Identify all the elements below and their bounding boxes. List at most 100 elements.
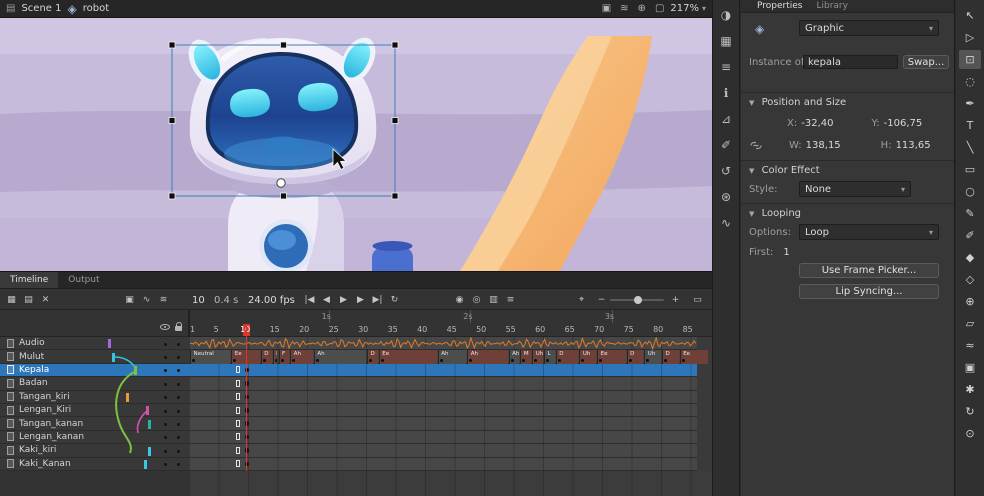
layer-row-kepala[interactable]: Kepala [0, 364, 190, 377]
camera-icon[interactable]: ▣ [602, 3, 611, 14]
camera-tool[interactable]: ▣ [959, 358, 981, 377]
brush-tool[interactable]: ✐ [959, 226, 981, 245]
lock-column-icon[interactable] [175, 326, 182, 331]
mouth-keyframe-segment[interactable]: Ah [290, 350, 313, 363]
swap-button[interactable]: Swap... [903, 55, 949, 69]
rectangle-tool[interactable]: ▭ [959, 160, 981, 179]
current-frame-counter[interactable]: 10 [192, 289, 205, 311]
layer-visibility-dot[interactable] [164, 356, 167, 359]
layer-row-lengan_kiri[interactable]: Lengan_Kiri [0, 404, 190, 417]
paint-bucket-tool[interactable]: ◆ [959, 248, 981, 267]
edit-multiple-frames-icon[interactable]: ▥ [486, 292, 501, 308]
frame-rate[interactable]: 24.00 fps [248, 289, 295, 311]
layer-visibility-dot[interactable] [164, 369, 167, 372]
layer-lock-dot[interactable] [177, 356, 180, 359]
layer-lock-dot[interactable] [177, 343, 180, 346]
show-hide-column-icon[interactable] [160, 324, 170, 330]
x-value[interactable]: -32,40 [801, 118, 833, 129]
center-stage-icon[interactable]: ⊕ [638, 3, 646, 14]
timeline-zoom-in-icon[interactable]: + [668, 292, 683, 308]
timeline-zoom-slider-thumb[interactable] [634, 296, 642, 304]
align-panel-icon[interactable]: ≡ [716, 57, 736, 76]
center-frame-icon[interactable]: ⌖ [574, 292, 589, 308]
layer-lock-dot[interactable] [177, 450, 180, 453]
symbol-type-select[interactable]: Graphic ▾ [799, 20, 939, 36]
info-panel-icon[interactable]: ℹ [716, 83, 736, 102]
layer-frames-tangan_kiri[interactable] [190, 391, 697, 404]
tab-timeline[interactable]: Timeline [0, 272, 58, 288]
eraser-tool[interactable]: ▱ [959, 314, 981, 333]
timeline-zoom-out-icon[interactable]: − [594, 292, 609, 308]
guides-icon[interactable]: ≋ [620, 3, 628, 14]
layer-lock-dot[interactable] [177, 369, 180, 372]
mouth-keyframe-segment[interactable]: Ah [509, 350, 520, 363]
loop-playback-icon[interactable]: ↻ [387, 292, 402, 308]
swatches-panel-icon[interactable]: ▦ [716, 31, 736, 50]
tab-library[interactable]: Library [816, 1, 847, 11]
use-frame-picker-button[interactable]: Use Frame Picker... [799, 263, 939, 278]
text-tool[interactable]: T [959, 116, 981, 135]
section-position-and-size[interactable]: ▼ Position and Size [741, 92, 954, 108]
layer-frames-kaki_kiri[interactable] [190, 444, 697, 457]
timeline-ruler[interactable]: 1510152025303540455055606570758085 [190, 323, 712, 337]
layer-visibility-dot[interactable] [164, 436, 167, 439]
zoom-level-select[interactable]: 217% ▾ [670, 3, 706, 14]
layer-visibility-dot[interactable] [164, 383, 167, 386]
playhead-line[interactable] [246, 324, 248, 471]
mouth-keyframe-segment[interactable]: E [273, 350, 278, 363]
motion-editor-panel-icon[interactable]: ∿ [716, 213, 736, 232]
layer-visibility-dot[interactable] [164, 396, 167, 399]
layer-visibility-dot[interactable] [164, 450, 167, 453]
layer-frames-lengan_kiri[interactable] [190, 404, 697, 417]
resize-timeline-view-icon[interactable]: ▭ [690, 292, 705, 308]
h-value[interactable]: 113,65 [896, 140, 931, 151]
mouth-keyframe-segment[interactable]: Ah [314, 350, 366, 363]
mouth-keyframe-segment[interactable]: Ee [680, 350, 709, 363]
mouth-keyframe-segment[interactable]: D [367, 350, 378, 363]
layer-frames-tangan_kanan[interactable] [190, 417, 697, 430]
mouth-keyframe-segment[interactable]: Ah [467, 350, 507, 363]
layer-row-kaki_kiri[interactable]: Kaki_kiri [0, 444, 190, 457]
tab-output[interactable]: Output [58, 272, 109, 288]
mouth-keyframe-segment[interactable]: Ah [438, 350, 467, 363]
layer-lock-dot[interactable] [177, 436, 180, 439]
style-select[interactable]: None ▾ [799, 181, 911, 197]
stage-canvas[interactable] [0, 18, 712, 271]
breadcrumb-scene[interactable]: Scene 1 [21, 3, 61, 14]
insert-folder-icon[interactable]: ▤ [21, 292, 36, 308]
layer-visibility-dot[interactable] [164, 423, 167, 426]
onion-skin-outlines-icon[interactable]: ◎ [469, 292, 484, 308]
transform-point[interactable] [277, 179, 285, 187]
layer-row-mulut[interactable]: Mulut [0, 350, 190, 363]
delete-layer-icon[interactable]: ✕ [38, 292, 53, 308]
show-parenting-view-icon[interactable]: ∿ [139, 292, 154, 308]
timeline-zoom-slider[interactable] [610, 299, 664, 301]
mouth-keyframe-segment[interactable]: Uh [532, 350, 543, 363]
layer-visibility-dot[interactable] [164, 410, 167, 413]
layer-lock-dot[interactable] [177, 396, 180, 399]
section-looping[interactable]: ▼ Looping [741, 203, 954, 219]
layer-visibility-dot[interactable] [164, 343, 167, 346]
components-panel-icon[interactable]: ⊛ [716, 187, 736, 206]
layer-lock-dot[interactable] [177, 463, 180, 466]
layer-row-tangan_kanan[interactable]: Tangan_kanan [0, 417, 190, 430]
first-value[interactable]: 1 [783, 247, 789, 258]
step-forward-icon[interactable]: ▶ [353, 292, 368, 308]
mouth-keyframe-segment[interactable]: D [662, 350, 679, 363]
layer-lock-dot[interactable] [177, 383, 180, 386]
selection-tool[interactable]: ↖ [959, 6, 981, 25]
layer-row-kaki_kanan[interactable]: Kaki_Kanan [0, 458, 190, 471]
mouth-keyframe-segment[interactable]: D [556, 350, 579, 363]
oval-tool[interactable]: ○ [959, 182, 981, 201]
mouth-keyframe-segment[interactable]: Ee [597, 350, 626, 363]
layer-frames-mulut[interactable]: NeutralEeDEFAhAhDEeAhAhAhMUhLDUhEeDUhDEe [190, 350, 697, 363]
onion-skin-icon[interactable]: ◉ [452, 292, 467, 308]
section-color-effect[interactable]: ▼ Color Effect [741, 160, 954, 176]
go-to-first-frame-icon[interactable]: |◀ [302, 292, 317, 308]
transform-panel-icon[interactable]: ⊿ [716, 109, 736, 128]
eyedropper-tool[interactable]: ⊕ [959, 292, 981, 311]
y-value[interactable]: -106,75 [884, 118, 923, 129]
mouth-keyframe-segment[interactable]: Uh [579, 350, 596, 363]
color-panel-icon[interactable]: ◑ [716, 5, 736, 24]
mouth-keyframe-segment[interactable]: M [520, 350, 531, 363]
